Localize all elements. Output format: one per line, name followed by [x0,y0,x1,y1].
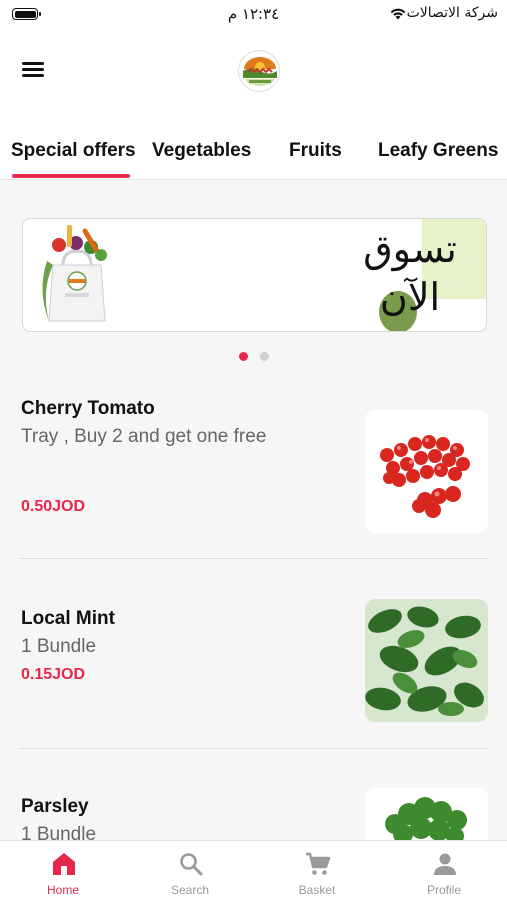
tab-leafy-greens[interactable]: Leafy Greens [378,140,498,162]
app-header [0,30,507,110]
nav-basket[interactable]: Basket [254,841,380,900]
product-description: 1 Bundle [21,636,97,657]
nav-profile[interactable]: Profile [381,841,507,900]
product-price: 0.50JOD [21,498,86,515]
carousel-dot-active[interactable] [239,352,248,361]
profile-icon [434,853,456,875]
product-name: Parsley [21,796,89,817]
list-divider [20,748,488,749]
farm-logo [238,50,280,92]
product-item[interactable]: Cherry Tomato Tray , Buy 2 and get one f… [0,380,507,560]
product-price: 0.15JOD [21,666,86,683]
tab-fruits[interactable]: Fruits [289,140,342,162]
product-name: Local Mint [21,608,115,629]
carrier-name: شركة الاتصالات [406,5,498,21]
product-name: Cherry Tomato [21,398,155,419]
bottom-navigation: Home Search Basket Profile [0,840,507,900]
category-tabs: Special offers Vegetables Fruits Leafy G… [0,110,507,180]
nav-label-search: Search [170,883,210,897]
hamburger-menu-icon[interactable] [20,60,50,82]
banner-headline: تسوق الآن [363,227,457,319]
nav-label-profile: Profile [426,883,461,897]
nav-label-basket: Basket [298,883,336,897]
active-tab-indicator [12,174,130,178]
product-item[interactable]: Parsley 1 Bundle [0,778,507,900]
promo-banner[interactable]: تسوق الآن [22,218,487,332]
wifi-icon [390,8,406,20]
product-description: Tray , Buy 2 and get one free [21,426,267,447]
mint-photo[interactable] [365,599,488,722]
nav-search[interactable]: Search [127,841,253,900]
list-divider [20,558,488,559]
tab-vegetables[interactable]: Vegetables [152,140,251,162]
search-icon [180,853,203,876]
cart-icon [306,852,331,875]
grocery-bag-illustration [42,225,107,322]
tab-special-offers[interactable]: Special offers [11,140,136,162]
product-item[interactable]: Local Mint 1 Bundle 0.15JOD [0,590,507,750]
carousel-dot[interactable] [260,352,269,361]
nav-home[interactable]: Home [0,841,126,900]
home-icon [53,853,75,875]
cherry-tomato-photo[interactable] [365,410,488,533]
nav-label-home: Home [46,883,79,897]
status-bar: ١٢:٣٤ م شركة الاتصالات [0,0,507,30]
